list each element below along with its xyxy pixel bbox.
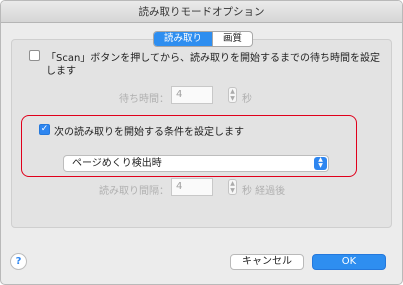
- condition-select-value: ページめくり検出時: [72, 158, 162, 169]
- help-button[interactable]: ?: [10, 253, 27, 270]
- interval-input[interactable]: 4: [171, 178, 213, 196]
- options-dialog: 読み取りモードオプション 読み取り 画質 「Scan」ボタンを押してから、読み取…: [0, 0, 403, 285]
- stepper-up-icon: ▲: [230, 88, 235, 95]
- next-scan-condition-label: 次の読み取りを開始する条件を設定します: [54, 127, 244, 138]
- interval-unit: 秒 経過後: [242, 186, 286, 197]
- tab-scan[interactable]: 読み取り: [154, 32, 213, 46]
- window-title: 読み取りモードオプション: [1, 1, 402, 23]
- wait-time-checkbox[interactable]: [29, 50, 40, 61]
- wait-time-label-line1: 「Scan」ボタンを押してから、読み取りを開始するまでの待ち時間を設定: [46, 53, 381, 64]
- ok-button[interactable]: OK: [312, 254, 386, 270]
- tab-bar: 読み取り 画質: [153, 31, 254, 47]
- checkmark-icon: ✓: [40, 124, 49, 134]
- chevron-updown-icon: ▲ ▼: [314, 157, 327, 170]
- interval-stepper[interactable]: ▲ ▼: [228, 179, 237, 195]
- stepper-down-icon: ▼: [230, 95, 235, 102]
- wait-time-label-line2: します: [46, 66, 76, 77]
- wait-time-input[interactable]: 4: [171, 86, 213, 104]
- condition-select[interactable]: ページめくり検出時 ▲ ▼: [63, 155, 329, 172]
- tab-image-quality[interactable]: 画質: [212, 32, 252, 46]
- stepper-up-icon: ▲: [230, 180, 235, 187]
- cancel-button[interactable]: キャンセル: [230, 254, 304, 270]
- next-scan-condition-checkbox[interactable]: ✓: [39, 124, 50, 135]
- wait-time-unit: 秒: [242, 94, 252, 105]
- interval-label: 読み取り間隔：: [99, 186, 169, 197]
- wait-time-stepper[interactable]: ▲ ▼: [228, 87, 237, 103]
- stepper-down-icon: ▼: [230, 187, 235, 194]
- wait-time-field-label: 待ち時間：: [119, 94, 169, 105]
